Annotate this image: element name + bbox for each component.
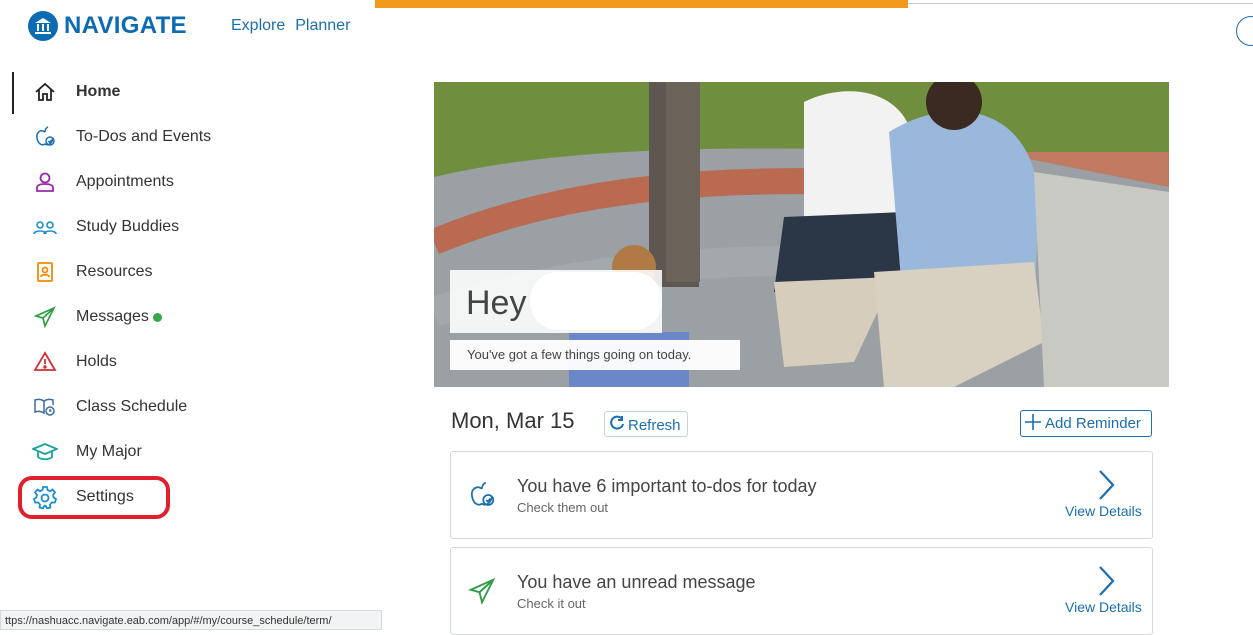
refresh-button[interactable]: Refresh [604, 411, 688, 437]
people-icon [32, 214, 58, 240]
redacted-name [530, 272, 662, 330]
settings-highlight-annotation [18, 476, 170, 519]
sidebar-item-label: Home [76, 83, 121, 100]
sidebar-item-holds[interactable]: Holds [32, 345, 117, 379]
sidebar-item-label: Messages [76, 308, 149, 325]
sidebar-item-messages[interactable]: Messages [32, 300, 162, 334]
home-icon [32, 79, 58, 105]
sidebar-item-label: To-Dos and Events [76, 128, 212, 145]
plus-icon [1023, 412, 1043, 436]
add-reminder-button[interactable]: Add Reminder [1020, 410, 1152, 437]
nav-link-planner[interactable]: Planner [295, 17, 350, 35]
refresh-label: Refresh [628, 416, 681, 434]
brand-logo[interactable]: NAVIGATE [28, 10, 187, 42]
paper-plane-icon [467, 576, 497, 606]
nav-link-explore[interactable]: Explore [231, 17, 285, 35]
bank-building-icon [28, 11, 58, 41]
top-navigation-bar: NAVIGATE Explore Planner [0, 0, 1253, 52]
contact-book-icon [32, 259, 58, 285]
top-nav-links: Explore Planner [231, 17, 350, 35]
card-subtitle: Check them out [517, 500, 609, 515]
warning-icon [32, 349, 58, 375]
view-details-link[interactable]: View Details [1065, 503, 1142, 519]
brand-name: NAVIGATE [64, 12, 187, 39]
sidebar-item-label: Resources [76, 263, 153, 280]
loading-progress-bar [375, 0, 908, 8]
sidebar-item-label: Appointments [76, 173, 174, 190]
add-reminder-label: Add Reminder [1045, 415, 1141, 432]
chevron-right-icon[interactable] [1093, 468, 1119, 502]
browser-status-url: ttps://nashuacc.navigate.eab.com/app/#/m… [0, 610, 382, 630]
refresh-icon [609, 415, 625, 435]
sidebar-item-label: My Major [76, 443, 142, 460]
graduation-cap-icon [32, 439, 58, 465]
card-title: You have an unread message [517, 572, 756, 592]
unread-indicator [152, 312, 162, 322]
message-summary-card[interactable]: You have an unread message Check it out … [450, 547, 1153, 635]
card-title: You have 6 important to-dos for today [517, 476, 817, 496]
sidebar-item-todos[interactable]: To-Dos and Events [32, 120, 211, 154]
sidebar-item-class-schedule[interactable]: Class Schedule [32, 390, 187, 424]
sidebar-item-appointments[interactable]: Appointments [32, 165, 174, 199]
chevron-right-icon[interactable] [1093, 564, 1119, 598]
sidebar-item-resources[interactable]: Resources [32, 255, 152, 289]
sidebar-item-study-buddies[interactable]: Study Buddies [32, 210, 179, 244]
sidebar-item-label: Holds [76, 353, 117, 370]
todo-summary-card[interactable]: You have 6 important to-dos for today Ch… [450, 451, 1153, 539]
sidebar-item-label: Study Buddies [76, 218, 180, 235]
greeting-subtitle: You've got a few things going on today. [450, 340, 740, 370]
sidebar-item-home[interactable]: Home [32, 75, 120, 109]
top-divider [908, 3, 1253, 4]
todo-apple-icon [32, 124, 58, 150]
paper-plane-icon [32, 304, 58, 330]
user-menu-button[interactable] [1236, 16, 1253, 46]
active-item-indicator [12, 72, 14, 114]
person-icon [32, 169, 58, 195]
todo-apple-icon [467, 480, 497, 510]
sidebar-item-label: Class Schedule [76, 398, 188, 415]
book-clock-icon [32, 394, 58, 420]
sidebar-item-my-major[interactable]: My Major [32, 435, 142, 469]
view-details-link[interactable]: View Details [1065, 599, 1142, 615]
current-date: Mon, Mar 15 [451, 408, 575, 433]
card-subtitle: Check it out [517, 596, 586, 611]
